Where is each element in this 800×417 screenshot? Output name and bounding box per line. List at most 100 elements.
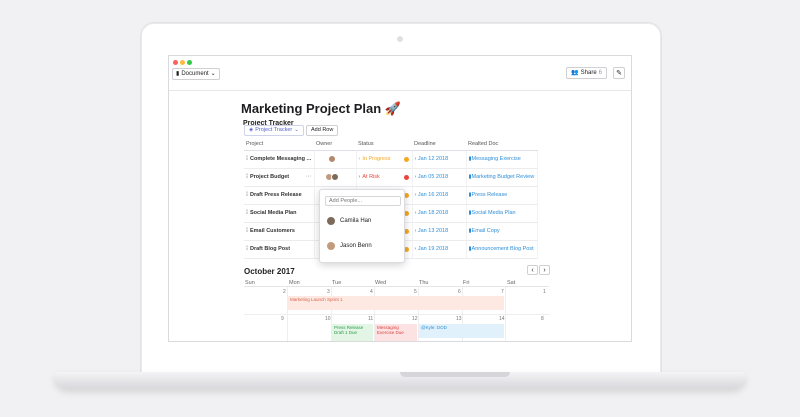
calendar-month-title: October 2017: [244, 267, 295, 276]
day-number[interactable]: 13: [456, 316, 462, 322]
day-number[interactable]: 1: [543, 289, 546, 295]
base-notch: [400, 372, 510, 377]
drag-handle-icon[interactable]: ⁞: [246, 156, 248, 162]
deadline-value: Jan 18 2018: [417, 210, 449, 216]
chevron-right-icon: ›: [543, 266, 546, 274]
grid-line: [244, 314, 549, 315]
edit-button[interactable]: ✎: [613, 67, 625, 79]
project-name[interactable]: Draft Press Release: [250, 192, 302, 198]
day-number[interactable]: 10: [325, 316, 331, 322]
day-number[interactable]: 7: [501, 289, 504, 295]
avatar[interactable]: [330, 173, 339, 181]
person-option[interactable]: Jason Benn: [326, 239, 402, 253]
zoom-window-button[interactable]: [187, 60, 192, 65]
table-row[interactable]: ⁞ Project Budget ··· › At Risk › Jan 05 201…: [244, 168, 538, 187]
column-header[interactable]: Deadline: [412, 139, 466, 151]
related-doc-link[interactable]: Press Release: [472, 192, 508, 198]
laptop-base: [55, 372, 745, 388]
status-text[interactable]: In Progress: [362, 156, 390, 162]
avatar: [326, 216, 336, 226]
day-number[interactable]: 14: [499, 316, 505, 322]
tracker-icon: ◈: [249, 127, 254, 133]
avatar[interactable]: [327, 155, 336, 163]
chevron-down-icon: ⌄: [294, 127, 299, 133]
project-name[interactable]: Email Customers: [250, 228, 295, 234]
related-doc-link[interactable]: Email Copy: [472, 228, 500, 234]
status-arrow-icon: ›: [358, 174, 361, 180]
document-menu-label: Document: [181, 71, 209, 77]
deadline-value: Jan 19 2018: [417, 246, 449, 252]
drag-handle-icon[interactable]: ⁞: [246, 210, 248, 216]
day-number[interactable]: 8: [541, 316, 544, 322]
drag-handle-icon[interactable]: ⁞: [246, 174, 248, 180]
related-doc-link[interactable]: Announcement Blog Post: [472, 246, 534, 252]
document-menu-button[interactable]: ▮ Document ⌄: [172, 68, 220, 80]
deadline-value: Jan 13 2018: [417, 228, 449, 234]
people-icon: 👥: [571, 70, 579, 76]
calendar-event[interactable]: Marketing Launch Sprint 1: [288, 296, 504, 310]
status-badge: [403, 174, 409, 180]
calendar-event[interactable]: Press Release Draft 1 Due: [332, 324, 373, 341]
day-number[interactable]: 12: [412, 316, 418, 322]
calendar-grid: 2 3 4 5 6 7 1 9 10 11 12 13 14 8 Marketi…: [244, 286, 549, 341]
minimize-window-button[interactable]: [180, 60, 185, 65]
person-option[interactable]: Camila Han: [326, 214, 402, 228]
more-icon[interactable]: ···: [306, 174, 314, 180]
column-header[interactable]: Status: [356, 139, 412, 151]
close-window-button[interactable]: [173, 60, 178, 65]
status-arrow-icon: ›: [358, 156, 361, 162]
day-number[interactable]: 4: [370, 289, 373, 295]
project-tracker-button[interactable]: ◈ Project Tracker ⌄: [244, 125, 304, 136]
day-number[interactable]: 2: [283, 289, 286, 295]
project-name[interactable]: Complete Messaging ...: [250, 156, 311, 162]
project-name[interactable]: Social Media Plan: [250, 210, 296, 216]
add-people-input[interactable]: [325, 196, 401, 206]
chevron-down-icon: ⌄: [210, 71, 216, 77]
deadline-date[interactable]: › Jan 19 2018: [415, 246, 449, 252]
arrow-icon: ›: [414, 246, 417, 252]
related-doc-link[interactable]: Messaging Exercise: [472, 156, 521, 162]
status-text[interactable]: At Risk: [362, 174, 379, 180]
document-icon: ▮: [176, 71, 180, 77]
column-header[interactable]: Realted Doc: [466, 139, 537, 151]
pencil-icon: ✎: [616, 70, 622, 77]
deadline-date[interactable]: › Jan 12 2018: [415, 156, 449, 162]
arrow-icon: ›: [414, 228, 417, 234]
calendar-next-button[interactable]: ›: [539, 265, 550, 275]
project-tracker-label: Project Tracker: [255, 127, 293, 133]
title-bar: ▮ Document ⌄ 👥 Share 6 ✎: [169, 56, 631, 91]
person-name: Camila Han: [340, 218, 372, 224]
day-number[interactable]: 5: [414, 289, 417, 295]
day-number[interactable]: 3: [327, 289, 330, 295]
day-number[interactable]: 9: [281, 316, 284, 322]
column-header[interactable]: Owner: [314, 139, 356, 151]
calendar-event[interactable]: @Kyle: DOD: [419, 324, 504, 338]
calendar-prev-button[interactable]: ‹: [527, 265, 538, 275]
page-title: Marketing Project Plan 🚀: [241, 101, 401, 116]
column-header[interactable]: Project: [244, 139, 314, 151]
day-number[interactable]: 6: [458, 289, 461, 295]
add-row-button[interactable]: Add Row: [306, 125, 339, 136]
deadline-value: Jan 05 2018: [417, 174, 449, 180]
deadline-date[interactable]: › Jan 13 2018: [415, 228, 449, 234]
day-number[interactable]: 11: [368, 316, 373, 322]
related-doc-link[interactable]: Social Media Plan: [472, 210, 516, 216]
add-people-popup: Camila Han Jason Benn: [319, 189, 405, 263]
chevron-left-icon: ‹: [531, 266, 534, 274]
deadline-date[interactable]: › Jan 18 2018: [415, 210, 449, 216]
status-badge: [403, 156, 409, 162]
deadline-date[interactable]: › Jan 05 2018: [415, 174, 449, 180]
drag-handle-icon[interactable]: ⁞: [246, 246, 248, 252]
table-row[interactable]: ⁞ Complete Messaging ... › In Progress › J…: [244, 150, 538, 169]
camera-dot: [397, 36, 403, 42]
related-doc-link[interactable]: Marketing Budget Review: [472, 174, 535, 180]
drag-handle-icon[interactable]: ⁞: [246, 228, 248, 234]
drag-handle-icon[interactable]: ⁞: [246, 192, 248, 198]
calendar-event[interactable]: Messaging Exercise Due: [375, 324, 417, 341]
share-button[interactable]: 👥 Share 6: [566, 67, 607, 79]
deadline-date[interactable]: › Jan 16 2018: [415, 192, 449, 198]
project-name[interactable]: Draft Blog Post: [250, 246, 290, 252]
person-name: Jason Benn: [340, 243, 372, 249]
share-label: Share: [580, 70, 597, 76]
project-name[interactable]: Project Budget: [250, 174, 289, 180]
